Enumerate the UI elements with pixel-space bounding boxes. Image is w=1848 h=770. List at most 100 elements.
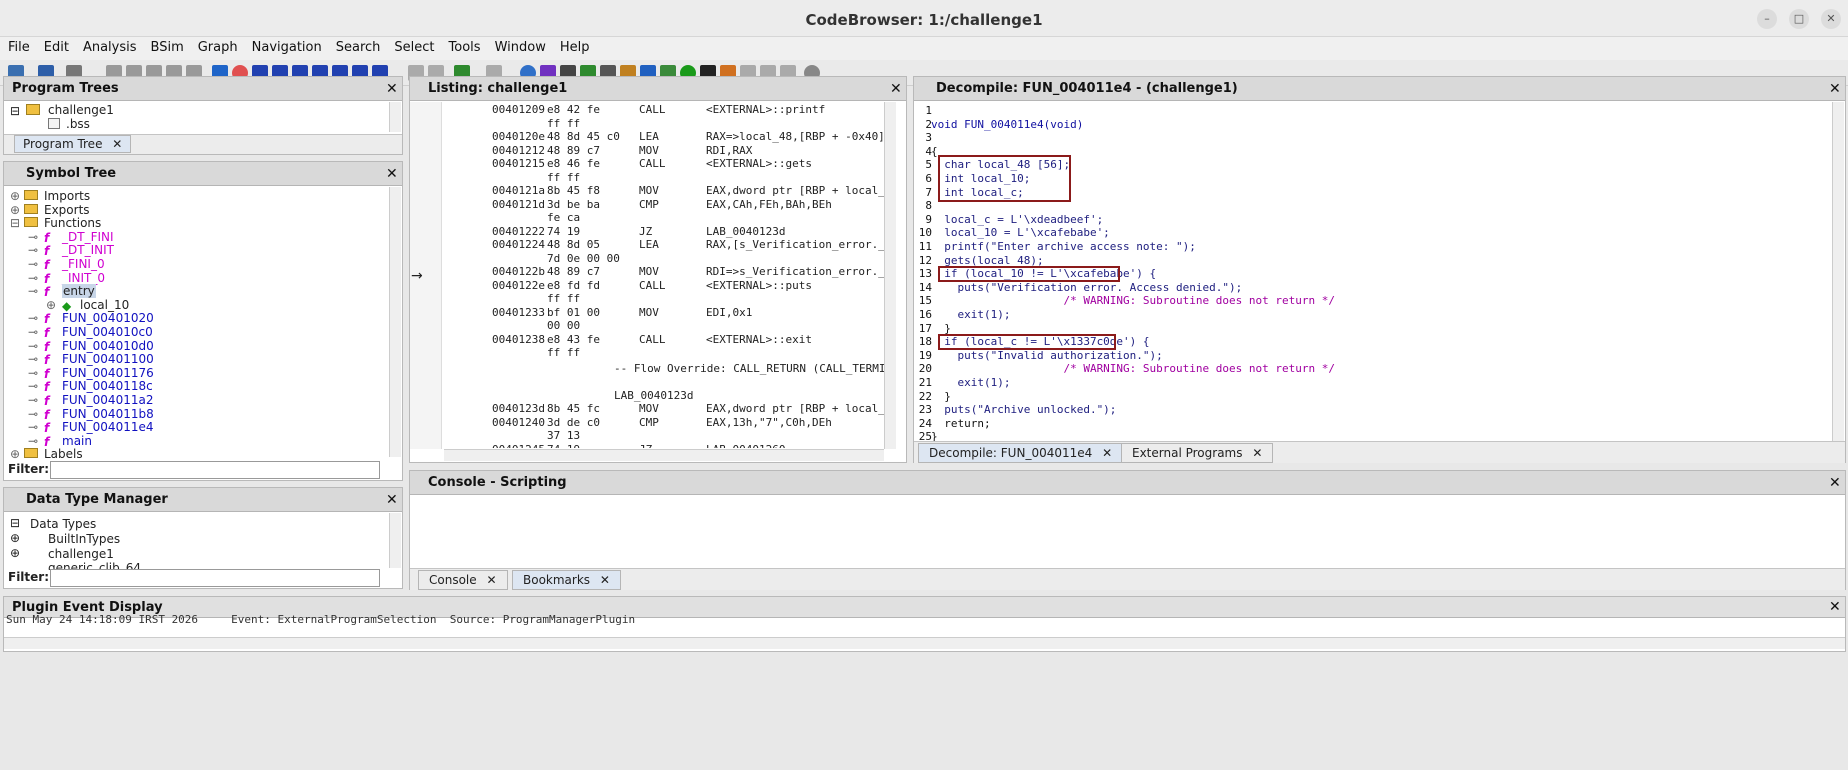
close-tab-icon[interactable]: ✕ — [112, 137, 122, 151]
decompile-line[interactable]: gets(local_48); — [931, 254, 1043, 267]
symbol-filter-input[interactable] — [50, 461, 380, 479]
symbol-tree-item[interactable]: FUN_004011b8 — [62, 407, 154, 421]
decompile-line[interactable]: puts("Archive unlocked."); — [931, 403, 1116, 416]
expand-icon[interactable]: ⊟ — [10, 516, 20, 530]
decompile-line[interactable]: printf("Enter archive access note: "); — [931, 240, 1196, 253]
tab-decompile[interactable]: Decompile: FUN_004011e4 ✕ — [918, 443, 1124, 463]
expand-icon[interactable]: ⊸ — [28, 366, 38, 380]
listing-view[interactable]: 00401209 e8 42 fe CALL <EXTERNAL>::printf ff… — [444, 103, 884, 448]
dtm-item[interactable]: BuiltInTypes — [48, 532, 120, 546]
symbol-tree-item[interactable]: FUN_0040118c — [62, 379, 153, 393]
decompile-line[interactable]: exit(1); — [931, 376, 1010, 389]
symbol-tree-item[interactable]: Functions — [44, 216, 101, 230]
symbol-tree-item[interactable]: FUN_004010c0 — [62, 325, 153, 339]
symbol-tree-item[interactable]: Exports — [44, 203, 90, 217]
close-icon[interactable]: ✕ — [1821, 9, 1841, 29]
close-tab-icon[interactable]: ✕ — [600, 573, 610, 587]
symbol-tree-item[interactable]: FUN_004011e4 — [62, 420, 154, 434]
close-icon[interactable]: ✕ — [386, 166, 398, 182]
symbol-tree-item[interactable]: Imports — [44, 189, 90, 203]
symbol-tree-item[interactable]: FUN_004010d0 — [62, 339, 154, 353]
decompile-line[interactable]: void FUN_004011e4(void) — [931, 118, 1083, 131]
close-icon[interactable]: ✕ — [1829, 475, 1841, 491]
expand-icon[interactable]: ⊸ — [28, 271, 38, 285]
expand-icon[interactable]: ⊸ — [28, 325, 38, 339]
tab-external-programs[interactable]: External Programs ✕ — [1121, 443, 1274, 463]
decompile-line[interactable]: } — [931, 390, 951, 403]
expand-icon[interactable]: ⊸ — [28, 379, 38, 393]
menu-navigation[interactable]: Navigation — [244, 37, 328, 55]
expand-icon[interactable]: ⊸ — [28, 352, 38, 366]
menu-graph[interactable]: Graph — [190, 37, 244, 55]
close-icon[interactable]: ✕ — [386, 492, 398, 508]
expand-icon[interactable]: ⊕ — [10, 546, 20, 560]
expand-icon[interactable]: ⊸ — [28, 407, 38, 421]
decompile-line[interactable]: return; — [931, 417, 990, 430]
expand-icon[interactable]: ⊸ — [28, 393, 38, 407]
dtm-filter-input[interactable] — [50, 569, 380, 587]
close-icon[interactable]: ✕ — [1829, 599, 1841, 615]
decompile-line[interactable]: local_10 = L'\xcafebabe'; — [931, 226, 1110, 239]
decompile-line[interactable]: puts("Verification error. Access denied.… — [931, 281, 1242, 294]
expand-icon[interactable]: ⊕ — [10, 447, 20, 461]
tab-console[interactable]: Console ✕ — [418, 570, 508, 590]
symbol-tree-item[interactable]: _DT_INIT — [62, 243, 114, 257]
symbol-tree-item[interactable]: FUN_00401020 — [62, 311, 154, 325]
expand-icon[interactable]: ⊕ — [10, 203, 20, 217]
decompile-line[interactable]: local_c = L'\xdeadbeef'; — [931, 213, 1103, 226]
symbol-tree-item[interactable]: _DT_FINI — [62, 230, 114, 244]
menu-window[interactable]: Window — [487, 37, 552, 55]
minimize-icon[interactable]: – — [1757, 9, 1777, 29]
close-tab-icon[interactable]: ✕ — [486, 573, 496, 587]
expand-icon[interactable]: ⊸ — [28, 243, 38, 257]
scrollbar[interactable] — [389, 513, 401, 568]
scrollbar[interactable] — [884, 102, 896, 449]
symbol-tree-item[interactable]: Labels — [44, 447, 83, 461]
decompile-line[interactable]: { — [931, 145, 938, 158]
scrollbar[interactable] — [389, 187, 401, 457]
close-icon[interactable]: ✕ — [386, 81, 398, 97]
expand-icon[interactable]: ⊕ — [46, 298, 56, 312]
decompile-line[interactable]: puts("Invalid authorization."); — [931, 349, 1162, 362]
expand-icon[interactable]: ⊸ — [28, 230, 38, 244]
close-icon[interactable]: ✕ — [890, 81, 902, 97]
expand-icon[interactable]: ⊸ — [28, 339, 38, 353]
symbol-tree-item[interactable]: FUN_00401100 — [62, 352, 154, 366]
symbol-tree-item[interactable]: FUN_00401176 — [62, 366, 154, 380]
symbol-tree-item[interactable]: _INIT_0 — [62, 271, 105, 285]
menu-search[interactable]: Search — [328, 37, 387, 55]
menu-tools[interactable]: Tools — [441, 37, 487, 55]
scrollbar[interactable] — [444, 449, 884, 461]
decompile-view[interactable]: 1 2 void FUN_004011e4(void) 3 4{5 char local… — [914, 102, 1832, 442]
scrollbar[interactable] — [1832, 102, 1844, 442]
maximize-icon[interactable]: □ — [1789, 9, 1809, 29]
menu-file[interactable]: File — [0, 37, 36, 55]
symbol-tree-item[interactable]: local_10 — [80, 298, 129, 312]
menu-bsim[interactable]: BSim — [143, 37, 190, 55]
close-tab-icon[interactable]: ✕ — [1252, 446, 1262, 460]
symbol-tree-item[interactable]: main — [62, 434, 92, 448]
menu-help[interactable]: Help — [552, 37, 596, 55]
close-tab-icon[interactable]: ✕ — [1102, 446, 1112, 460]
expand-icon[interactable]: ⊸ — [28, 420, 38, 434]
symbol-tree-item[interactable]: entry — [62, 284, 96, 299]
expand-icon[interactable]: ⊕ — [10, 531, 20, 545]
tab-bookmarks[interactable]: Bookmarks ✕ — [512, 570, 621, 590]
decompile-line[interactable]: /* WARNING: Subroutine does not return *… — [931, 294, 1335, 307]
expand-icon[interactable]: ⊸ — [28, 311, 38, 325]
menu-select[interactable]: Select — [386, 37, 440, 55]
expand-icon[interactable]: ⊟ — [10, 104, 20, 118]
tab-program-tree[interactable]: Program Tree ✕ — [14, 135, 132, 153]
scrollbar[interactable] — [389, 102, 401, 132]
menu-analysis[interactable]: Analysis — [75, 37, 143, 55]
expand-icon[interactable]: ⊸ — [28, 434, 38, 448]
menu-edit[interactable]: Edit — [36, 37, 75, 55]
listing-label[interactable]: LAB_0040123d — [614, 389, 693, 402]
symbol-tree-item[interactable]: _FINI_0 — [62, 257, 105, 271]
expand-icon[interactable]: ⊕ — [10, 189, 20, 203]
decompile-line[interactable]: /* WARNING: Subroutine does not return *… — [931, 362, 1335, 375]
expand-icon[interactable]: ⊸ — [28, 284, 38, 298]
symbol-tree-item[interactable]: FUN_004011a2 — [62, 393, 153, 407]
expand-icon[interactable]: ⊸ — [28, 257, 38, 271]
scrollbar[interactable] — [4, 637, 1845, 649]
